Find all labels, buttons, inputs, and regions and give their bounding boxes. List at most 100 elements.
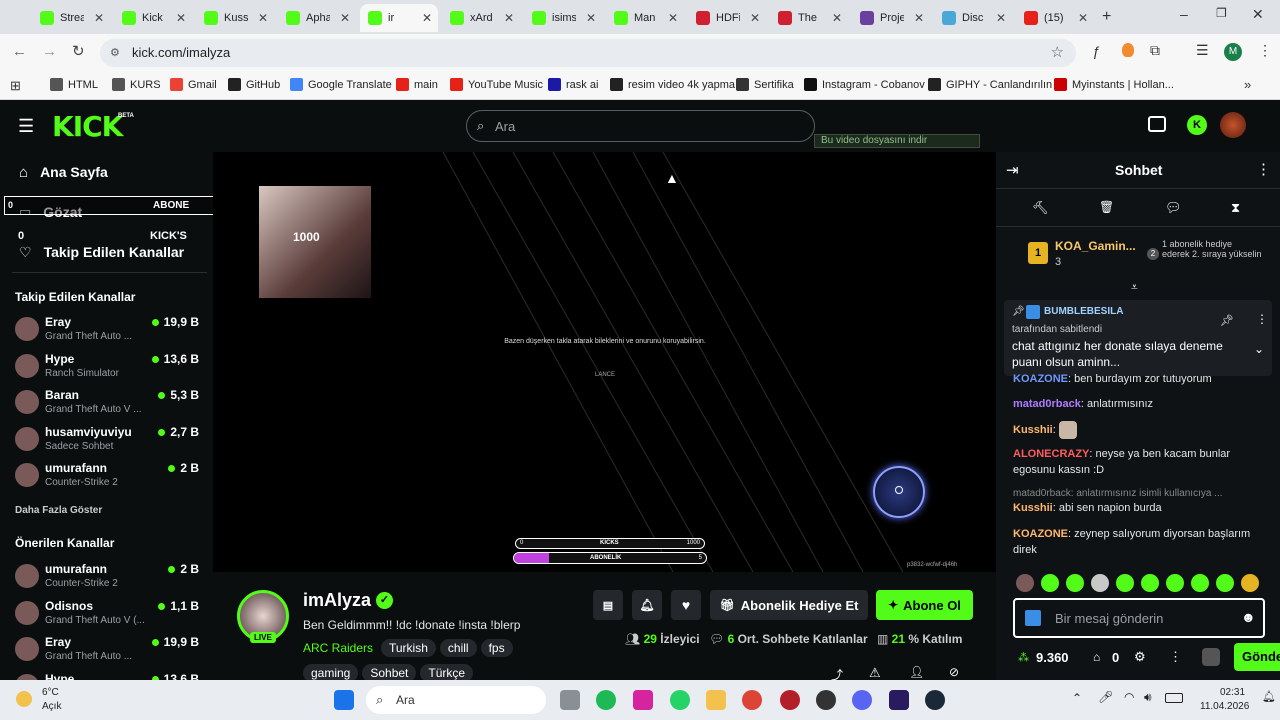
profile-avatar[interactable]: M <box>1224 43 1242 61</box>
extensions-puzzle-icon[interactable]: ⧉ <box>1150 42 1160 59</box>
chat-username[interactable]: Kusshii <box>1013 424 1053 436</box>
tab-close-icon[interactable]: ✕ <box>258 11 268 25</box>
close-window-button[interactable]: ✕ <box>1252 6 1264 23</box>
stream-tag[interactable]: Turkish <box>381 639 436 657</box>
extension-ff-icon[interactable]: ƒ <box>1092 43 1100 59</box>
emote-icon[interactable] <box>1141 574 1159 592</box>
tab-close-icon[interactable]: ✕ <box>914 11 924 25</box>
tray-chevron-icon[interactable]: ⌃ <box>1072 691 1082 705</box>
task-view-icon[interactable] <box>560 690 580 710</box>
chat-message[interactable]: Kusshii: <box>1013 421 1265 439</box>
chat-message[interactable]: matad0rback: anlatırmısınız <box>1013 396 1265 412</box>
bookmark-item[interactable]: resim video 4k yapma <box>610 78 735 91</box>
chat-username[interactable]: matad0rback <box>1013 398 1081 410</box>
browser-tab[interactable]: Kick ✕ <box>114 4 192 32</box>
emote-icon[interactable] <box>1191 574 1209 592</box>
channel-row[interactable]: Hype Ranch Simulator 13,6 B <box>15 352 205 386</box>
steam-icon[interactable] <box>925 690 945 710</box>
stream-category[interactable]: ARC Raiders <box>303 641 373 655</box>
tab-close-icon[interactable]: ✕ <box>586 11 596 25</box>
notification-button[interactable]: 🔔︎ <box>632 590 662 620</box>
pin-toggle-icon[interactable]: 📌︎ <box>1220 314 1234 327</box>
forward-icon[interactable]: → <box>42 43 57 60</box>
more-menu-icon[interactable]: ⋮ <box>1169 649 1182 665</box>
emote-icon[interactable] <box>1041 574 1059 592</box>
browser-tab[interactable]: Proje ✕ <box>852 4 930 32</box>
store-icon[interactable] <box>1148 116 1166 132</box>
chat-username[interactable]: KOAZONE <box>1013 373 1068 385</box>
instagram-icon[interactable] <box>633 690 653 710</box>
taskbar-search[interactable]: ⌕ Ara <box>366 686 546 714</box>
download-video-bar[interactable]: Bu video dosyasını indir <box>814 134 980 148</box>
inventory-icon[interactable]: ⌂ <box>1093 650 1100 664</box>
obs-icon[interactable] <box>816 690 836 710</box>
send-button[interactable]: Gönder <box>1234 643 1280 671</box>
tab-close-icon[interactable]: ✕ <box>94 11 104 25</box>
browser-menu-icon[interactable]: ⋮ <box>1258 42 1272 59</box>
bookmark-item[interactable]: GitHub <box>228 78 280 91</box>
user-avatar[interactable] <box>1220 112 1246 138</box>
browser-tab[interactable]: Man ✕ <box>606 4 684 32</box>
bookmark-item[interactable]: GIPHY - Canlandırılın <box>928 78 1052 91</box>
notification-bell-icon[interactable]: 🔔︎ <box>1262 690 1276 703</box>
tab-close-icon[interactable]: ✕ <box>176 11 186 25</box>
browser-tab[interactable]: (15) ✕ <box>1016 4 1094 32</box>
spotify-icon[interactable] <box>596 690 616 710</box>
emote-icon[interactable] <box>1016 574 1034 592</box>
back-icon[interactable]: ← <box>12 43 27 60</box>
pinned-message[interactable]: 📌︎ BUMBLEBESILA tarafından sabitlendi ch… <box>1004 300 1272 376</box>
bookmark-item[interactable]: Google Translate <box>290 78 392 91</box>
kick-logo[interactable]: KICK <box>52 110 123 143</box>
channel-points[interactable]: 9.360 <box>1036 650 1069 665</box>
clock-date[interactable]: 11.04.2026 <box>1200 701 1249 712</box>
tab-close-icon[interactable]: ✕ <box>504 11 514 25</box>
browser-tab[interactable]: Strea ✕ <box>32 4 110 32</box>
windows-start-icon[interactable] <box>334 690 354 710</box>
hourglass-icon[interactable]: ⧗ <box>1231 200 1240 216</box>
emote-icon[interactable] <box>1216 574 1234 592</box>
channel-row[interactable]: Eray Grand Theft Auto ... 19,9 B <box>15 635 205 669</box>
tab-close-icon[interactable]: ✕ <box>750 11 760 25</box>
report-icon[interactable]: ⚠ <box>869 665 881 681</box>
whatsapp-icon[interactable] <box>670 690 690 710</box>
volume-icon[interactable]: 🔊︎ <box>1144 690 1152 705</box>
chrome-icon[interactable] <box>742 690 762 710</box>
emoji-picker-icon[interactable]: ☻ <box>1241 609 1256 625</box>
battery-icon[interactable] <box>1165 693 1183 703</box>
expand-leaderboard-icon[interactable]: ⩡ <box>1131 280 1138 295</box>
bookmark-star-icon[interactable]: ☆ <box>1051 39 1064 67</box>
bookmark-item[interactable]: Sertifika <box>736 78 794 91</box>
kick-coin-icon[interactable]: K <box>1187 115 1207 135</box>
show-more-link[interactable]: Daha Fazla Göster <box>15 505 102 516</box>
channel-row[interactable]: Eray Grand Theft Auto ... 19,9 B <box>15 315 205 349</box>
user-add-icon[interactable]: 👤︎ <box>909 665 924 679</box>
tab-close-icon[interactable]: ✕ <box>996 11 1006 25</box>
browser-tab[interactable]: Disc ✕ <box>934 4 1012 32</box>
premiere-icon[interactable] <box>889 690 909 710</box>
stream-tag[interactable]: fps <box>480 639 513 657</box>
bookmark-item[interactable]: main <box>396 78 438 91</box>
emote-icon[interactable] <box>1116 574 1134 592</box>
browser-tab[interactable]: isims ✕ <box>524 4 602 32</box>
site-info-icon[interactable]: ⚙ <box>110 39 120 67</box>
weather-icon[interactable] <box>16 691 32 707</box>
browser-tab[interactable]: The ✕ <box>770 4 848 32</box>
chat-username[interactable]: KOAZONE <box>1013 528 1068 540</box>
discord-icon[interactable] <box>852 690 872 710</box>
reload-icon[interactable]: ↻ <box>72 42 85 60</box>
app-red-icon[interactable] <box>780 690 800 710</box>
file-explorer-icon[interactable] <box>706 690 726 710</box>
chat-username[interactable]: ALONECRAZY <box>1013 448 1089 460</box>
chat-message[interactable]: KOAZONE: ben burdayım zor tutuyorum <box>1013 371 1265 387</box>
bookmarks-more-icon[interactable]: » <box>1244 77 1251 92</box>
channel-row[interactable]: Odisnos Grand Theft Auto V (... 1,1 B <box>15 599 205 633</box>
clock-time[interactable]: 02:31 <box>1220 687 1245 698</box>
chat-message[interactable]: KOAZONE: zeynep salıyorum diyorsan başla… <box>1013 526 1265 558</box>
tab-close-icon[interactable]: ✕ <box>422 11 432 25</box>
wifi-icon[interactable]: ◠ <box>1124 690 1134 704</box>
video-player[interactable]: 1000 ▲ Bazen düşerken takla atarak bilek… <box>213 152 996 572</box>
tab-close-icon[interactable]: ✕ <box>1078 11 1088 25</box>
leader-name[interactable]: KOA_Gamin... <box>1055 239 1136 253</box>
tab-close-icon[interactable]: ✕ <box>340 11 350 25</box>
mic-icon[interactable]: 🎤︎ <box>1098 690 1113 704</box>
